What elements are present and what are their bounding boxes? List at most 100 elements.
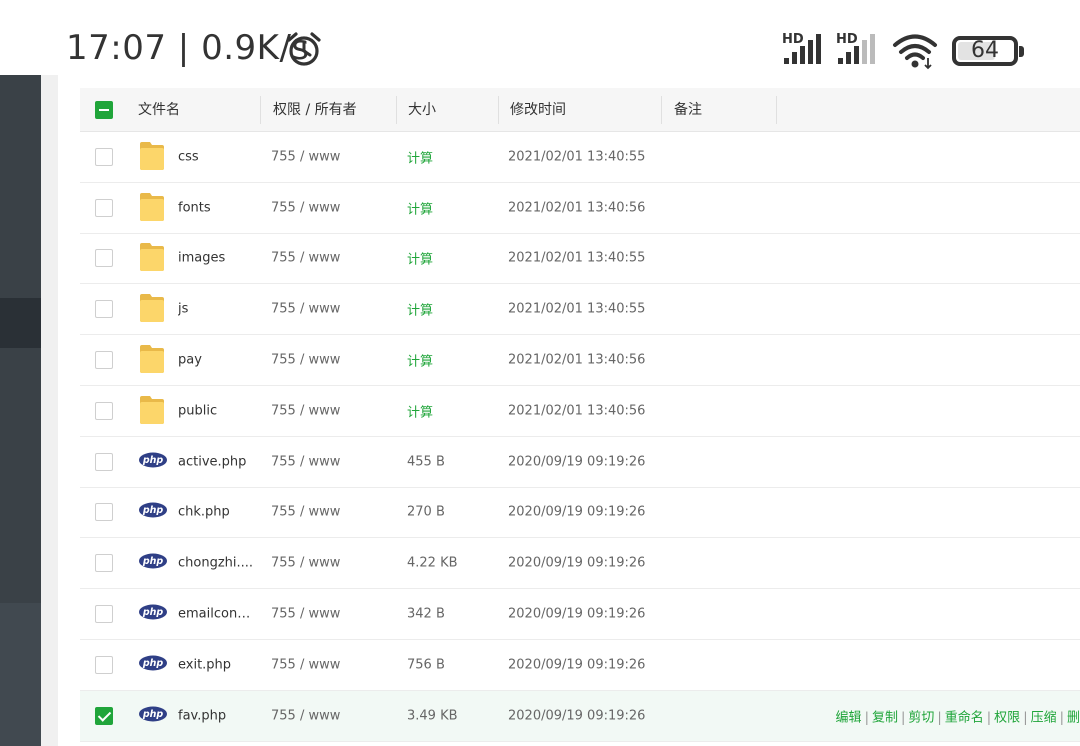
row-action-link[interactable]: 重命名 — [945, 710, 984, 725]
content-gutter — [41, 75, 58, 746]
row-action-link[interactable]: 删 — [1067, 710, 1080, 725]
file-name[interactable]: active.php — [178, 454, 246, 469]
table-row[interactable]: php chongzhi.... 755 / www 4.22 KB 2020/09/1… — [80, 538, 1080, 590]
table-row[interactable]: php fav.php 755 / www 3.49 KB 2020/09/19 09:… — [80, 690, 1080, 742]
file-permission[interactable]: 755 / www — [271, 302, 340, 317]
file-name[interactable]: public — [178, 403, 217, 418]
table-body: css 755 / www 计算 2021/02/01 13:40:55 fonts 75… — [80, 132, 1080, 742]
file-name[interactable]: emailconfi... — [178, 607, 254, 622]
file-name[interactable]: exit.php — [178, 657, 231, 672]
row-checkbox[interactable] — [95, 401, 113, 420]
sidebar-lower-section — [0, 603, 41, 746]
file-permission[interactable]: 755 / www — [271, 353, 340, 368]
column-divider[interactable] — [661, 96, 662, 124]
row-checkbox[interactable] — [95, 147, 113, 166]
row-checkbox[interactable] — [95, 351, 113, 370]
table-row[interactable]: php exit.php 755 / www 756 B 2020/09/19 09:1… — [80, 639, 1080, 691]
file-modified-time: 2020/09/19 09:19:26 — [508, 555, 646, 571]
file-permission[interactable]: 755 / www — [271, 657, 340, 672]
select-all-checkbox[interactable] — [95, 100, 113, 119]
table-row[interactable]: php active.php 755 / www 455 B 2020/09/19 09… — [80, 436, 1080, 488]
row-action-link[interactable]: 剪切 — [908, 710, 934, 725]
alarm-icon — [287, 32, 321, 66]
row-checkbox[interactable] — [95, 503, 113, 522]
file-permission[interactable]: 755 / www — [271, 454, 340, 469]
column-modified[interactable]: 修改时间 — [510, 88, 566, 132]
file-permission[interactable]: 755 / www — [271, 149, 340, 164]
side-navigation[interactable] — [0, 75, 41, 746]
file-name[interactable]: fonts — [178, 200, 211, 215]
file-name[interactable]: fav.php — [178, 708, 226, 723]
table-row[interactable]: css 755 / www 计算 2021/02/01 13:40:55 — [80, 132, 1080, 183]
file-name[interactable]: images — [178, 251, 225, 266]
column-divider[interactable] — [396, 96, 397, 124]
row-checkbox[interactable] — [95, 605, 113, 624]
row-checkbox[interactable] — [95, 655, 113, 674]
php-file-icon: php — [138, 502, 168, 522]
sidebar-active-item[interactable] — [0, 298, 41, 348]
svg-text:php: php — [142, 658, 164, 669]
row-action-link[interactable]: 压缩 — [1031, 710, 1057, 725]
folder-icon — [138, 239, 166, 277]
svg-text:php: php — [142, 709, 164, 720]
file-modified-time: 2020/09/19 09:19:26 — [508, 606, 646, 622]
svg-text:php: php — [142, 556, 164, 567]
calculate-size-link[interactable]: 计算 — [407, 198, 433, 217]
folder-icon — [138, 138, 166, 176]
php-file-icon: php — [138, 604, 168, 624]
column-divider[interactable] — [498, 96, 499, 124]
table-row[interactable]: fonts 755 / www 计算 2021/02/01 13:40:56 — [80, 182, 1080, 234]
table-row[interactable]: images 755 / www 计算 2021/02/01 13:40:55 — [80, 233, 1080, 285]
column-filename[interactable]: 文件名 — [138, 88, 180, 132]
calculate-size-link[interactable]: 计算 — [407, 147, 433, 166]
row-checkbox[interactable] — [95, 554, 113, 573]
file-permission[interactable]: 755 / www — [271, 607, 340, 622]
php-file-icon: php — [138, 553, 168, 573]
file-modified-time: 2020/09/19 09:19:26 — [508, 708, 646, 724]
file-permission[interactable]: 755 / www — [271, 251, 340, 266]
table-row[interactable]: php chk.php 755 / www 270 B 2020/09/19 09:19… — [80, 487, 1080, 539]
row-checkbox[interactable] — [95, 706, 113, 725]
file-modified-time: 2021/02/01 13:40:55 — [508, 250, 646, 266]
row-checkbox[interactable] — [95, 452, 113, 471]
file-permission[interactable]: 755 / www — [271, 708, 340, 723]
calculate-size-link[interactable]: 计算 — [407, 401, 433, 420]
file-name[interactable]: pay — [178, 353, 202, 368]
column-size[interactable]: 大小 — [408, 88, 436, 132]
table-row[interactable]: php emailconfi... 755 / www 342 B 2020/09/19… — [80, 589, 1080, 640]
row-action-link[interactable]: 编辑 — [836, 710, 862, 725]
row-checkbox[interactable] — [95, 198, 113, 217]
folder-icon — [138, 189, 166, 227]
file-modified-time: 2021/02/01 13:40:55 — [508, 149, 646, 165]
file-modified-time: 2021/02/01 13:40:55 — [508, 301, 646, 317]
svg-text:php: php — [142, 506, 164, 517]
action-separator: | — [986, 710, 992, 726]
file-name[interactable]: js — [178, 302, 188, 317]
action-separator: | — [1023, 710, 1028, 726]
column-permission[interactable]: 权限 / 所有者 — [273, 88, 357, 132]
php-file-icon: php — [138, 706, 168, 726]
folder-icon — [138, 392, 166, 430]
row-action-link[interactable]: 权限 — [994, 710, 1020, 725]
row-checkbox[interactable] — [95, 249, 113, 268]
file-name[interactable]: chk.php — [178, 505, 230, 520]
table-row[interactable]: js 755 / www 计算 2021/02/01 13:40:55 — [80, 284, 1080, 336]
table-row[interactable]: pay 755 / www 计算 2021/02/01 13:40:56 — [80, 335, 1080, 386]
file-name[interactable]: chongzhi.... — [178, 556, 253, 571]
file-permission[interactable]: 755 / www — [271, 403, 340, 418]
row-checkbox[interactable] — [95, 300, 113, 319]
file-table: 文件名 权限 / 所有者 大小 修改时间 备注 css 755 / www 计算 20… — [80, 88, 1080, 742]
column-remark[interactable]: 备注 — [674, 88, 702, 132]
table-row[interactable]: public 755 / www 计算 2021/02/01 13:40:56 — [80, 385, 1080, 437]
calculate-size-link[interactable]: 计算 — [407, 351, 433, 370]
file-permission[interactable]: 755 / www — [271, 200, 340, 215]
calculate-size-link[interactable]: 计算 — [407, 249, 433, 268]
column-divider[interactable] — [260, 96, 261, 124]
calculate-size-link[interactable]: 计算 — [407, 300, 433, 319]
column-divider[interactable] — [776, 96, 777, 124]
file-permission[interactable]: 755 / www — [271, 505, 340, 520]
battery-percent: 64 — [971, 38, 999, 63]
file-permission[interactable]: 755 / www — [271, 556, 340, 571]
file-name[interactable]: css — [178, 149, 199, 164]
row-action-link[interactable]: 复制 — [872, 710, 898, 725]
